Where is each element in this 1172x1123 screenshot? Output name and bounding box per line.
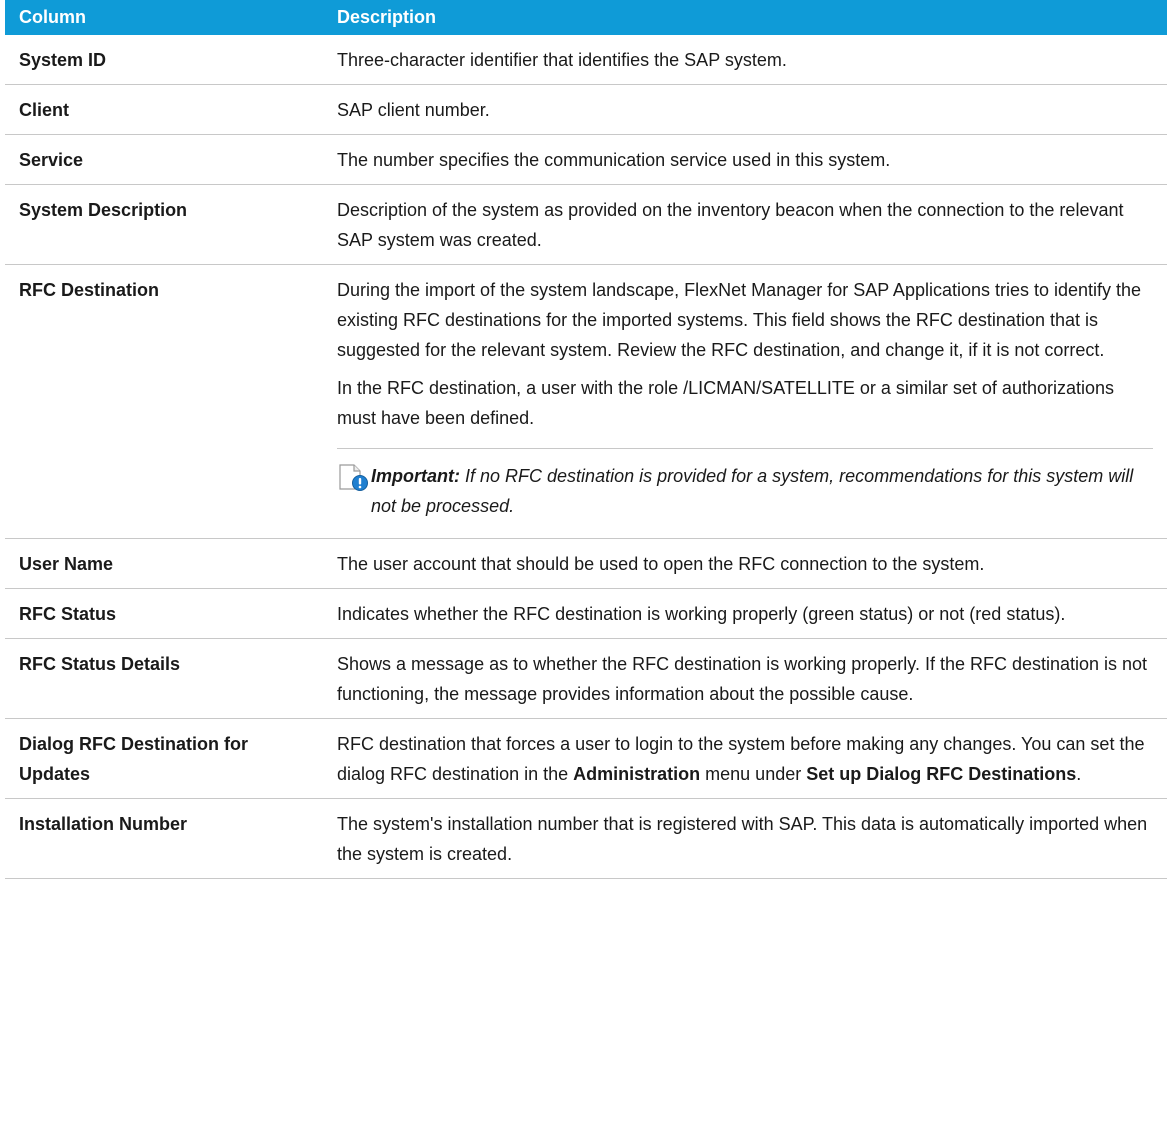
row-description: RFC destination that forces a user to lo… xyxy=(323,718,1167,799)
row-name: RFC Status xyxy=(5,588,323,639)
column-description-table: Column Description System ID Three-chara… xyxy=(5,0,1167,879)
row-description: The user account that should be used to … xyxy=(323,538,1167,589)
table-row: System Description Description of the sy… xyxy=(5,184,1167,265)
row-name: System Description xyxy=(5,184,323,265)
rfc-destination-paragraph-1: During the import of the system landscap… xyxy=(337,280,1142,360)
row-description: Shows a message as to whether the RFC de… xyxy=(323,638,1167,719)
table-row: Installation Number The system's install… xyxy=(5,798,1167,879)
row-description: Indicates whether the RFC destination is… xyxy=(323,588,1167,639)
table-row: System ID Three-character identifier tha… xyxy=(5,35,1167,85)
row-name: Dialog RFC Destination for Updates xyxy=(5,718,323,799)
row-description: Description of the system as provided on… xyxy=(323,184,1167,265)
table-header-row: Column Description xyxy=(5,0,1167,35)
row-description: SAP client number. xyxy=(323,84,1167,135)
row-name: User Name xyxy=(5,538,323,589)
row-description: The system's installation number that is… xyxy=(323,798,1167,879)
row-name: Installation Number xyxy=(5,798,323,879)
administration-menu-ref: Administration xyxy=(573,764,701,784)
table-row: Dialog RFC Destination for Updates RFC d… xyxy=(5,718,1167,799)
table-row: RFC Status Indicates whether the RFC des… xyxy=(5,588,1167,639)
important-note-text: Important: If no RFC destination is prov… xyxy=(371,461,1153,521)
setup-dialog-rfc-ref: Set up Dialog RFC Destinations xyxy=(806,764,1077,784)
important-message: If no RFC destination is provided for a … xyxy=(371,466,1134,516)
important-label: Important: xyxy=(371,466,460,486)
table-row: Service The number specifies the communi… xyxy=(5,134,1167,185)
row-name: System ID xyxy=(5,35,323,85)
header-description: Description xyxy=(323,0,1167,35)
header-column: Column xyxy=(5,0,323,35)
row-name: RFC Destination xyxy=(5,264,323,539)
important-note-icon xyxy=(337,461,371,495)
row-description: The number specifies the communication s… xyxy=(323,134,1167,185)
important-note: Important: If no RFC destination is prov… xyxy=(337,448,1153,529)
table-row: Client SAP client number. xyxy=(5,84,1167,135)
table-row: RFC Status Details Shows a message as to… xyxy=(5,638,1167,719)
row-name: Service xyxy=(5,134,323,185)
rfc-destination-paragraph-2: In the RFC destination, a user with the … xyxy=(337,378,1114,428)
row-description: During the import of the system landscap… xyxy=(323,264,1167,539)
table-row: RFC Destination During the import of the… xyxy=(5,264,1167,539)
row-description: Three-character identifier that identifi… xyxy=(323,35,1167,85)
table-row: User Name The user account that should b… xyxy=(5,538,1167,589)
row-name: RFC Status Details xyxy=(5,638,323,719)
row-name: Client xyxy=(5,84,323,135)
dialog-rfc-text-2: menu under xyxy=(700,764,807,784)
dialog-rfc-text-3: . xyxy=(1076,764,1082,784)
